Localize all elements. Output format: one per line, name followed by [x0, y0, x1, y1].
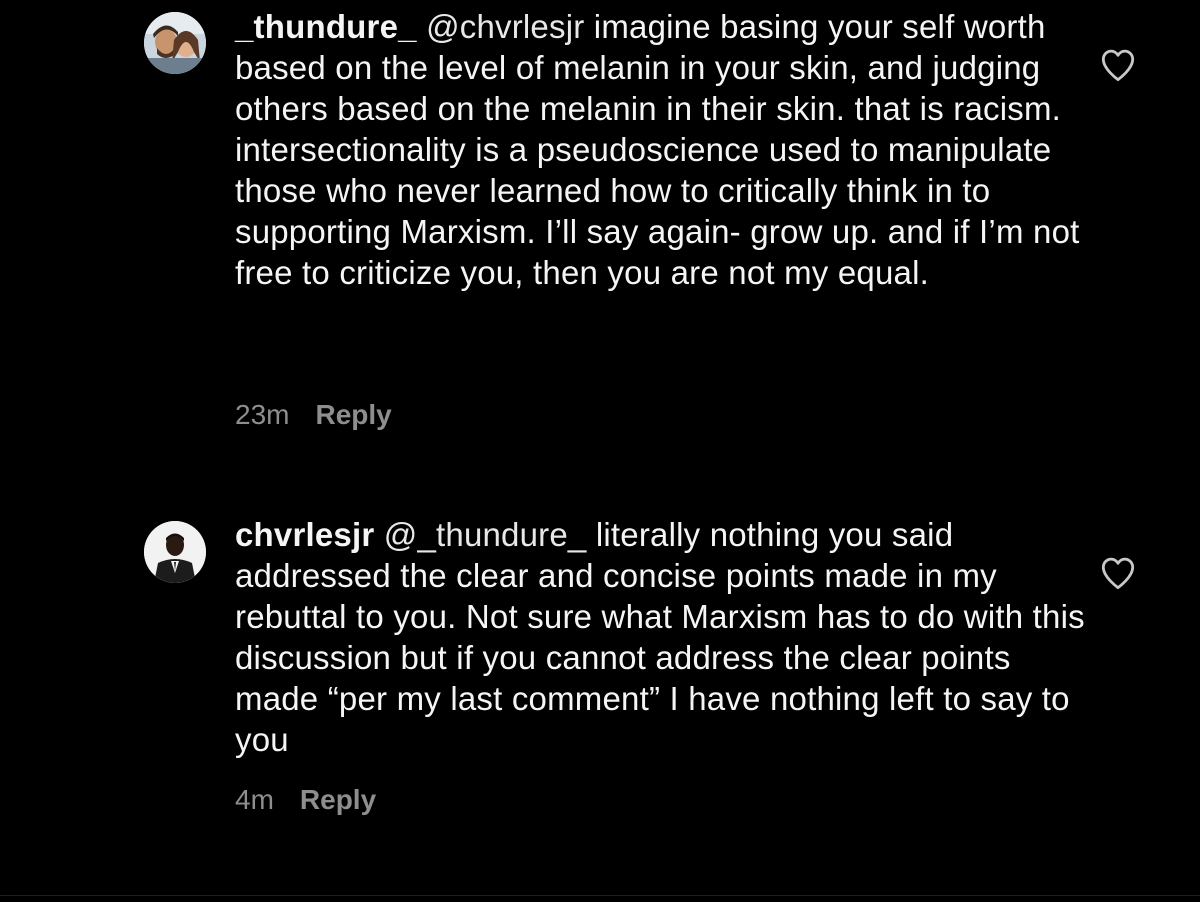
comment-text: _thundure_ @chvrlesjr imagine basing you…	[235, 6, 1085, 293]
heart-outline-icon[interactable]	[1099, 48, 1137, 82]
comment-meta: 4m Reply	[235, 784, 376, 816]
comment-mention-link[interactable]: @chvrlesjr	[426, 8, 584, 45]
comment-meta: 23m Reply	[235, 399, 392, 431]
avatar[interactable]	[144, 521, 206, 583]
avatar[interactable]	[144, 12, 206, 74]
comment-body: imagine basing your self worth based on …	[235, 8, 1080, 291]
reply-button[interactable]: Reply	[315, 399, 391, 431]
avatar-photo-image	[144, 521, 206, 583]
divider	[0, 895, 1200, 896]
comment-timestamp: 4m	[235, 784, 274, 815]
reply-button[interactable]: Reply	[300, 784, 376, 816]
comment-text: chvrlesjr @_thundure_ literally nothing …	[235, 514, 1085, 760]
comment-timestamp: 23m	[235, 399, 290, 430]
heart-outline-icon[interactable]	[1099, 556, 1137, 590]
avatar-photo-image	[144, 12, 206, 74]
comment-mention-link[interactable]: @_thundure_	[384, 516, 587, 553]
comment-username[interactable]: chvrlesjr	[235, 516, 374, 553]
comment-username[interactable]: _thundure_	[235, 8, 417, 45]
